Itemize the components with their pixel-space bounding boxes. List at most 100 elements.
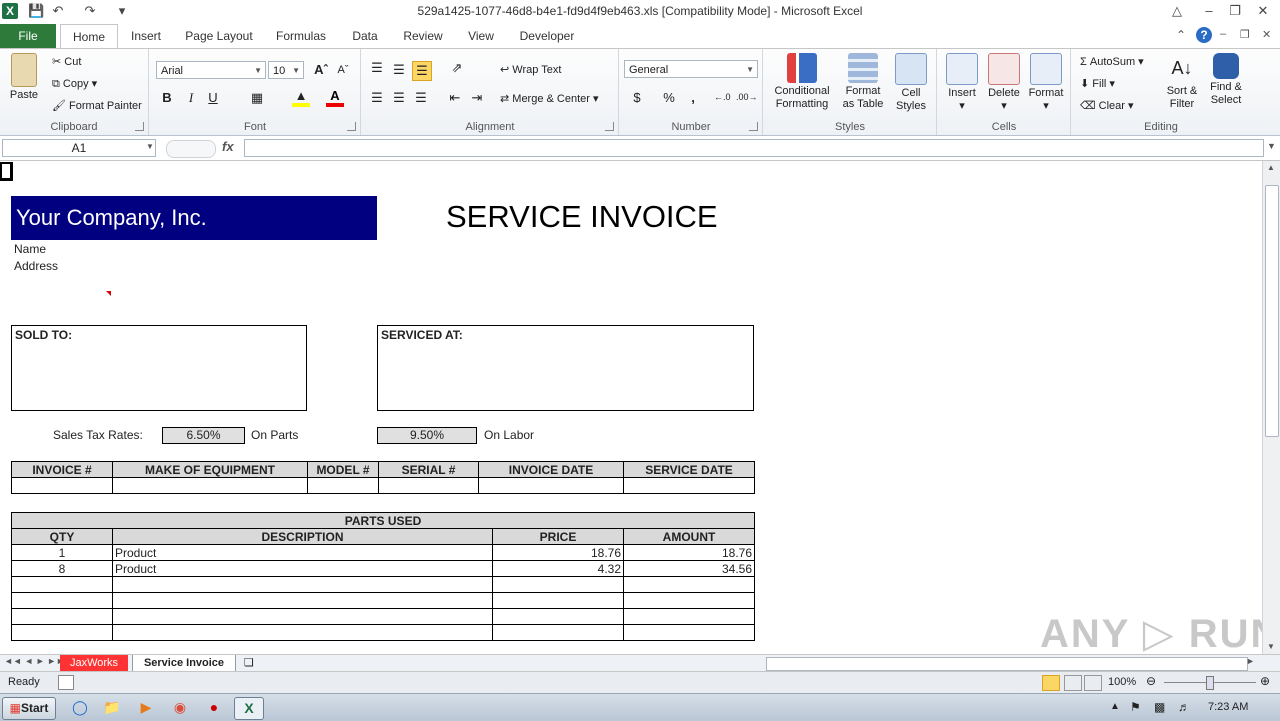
vertical-scroll-thumb[interactable] [1265,185,1279,437]
clock[interactable]: 7:23 AM [1208,701,1248,713]
zoom-level[interactable]: 100% [1108,676,1136,688]
borders-icon[interactable]: ▦ [248,89,266,107]
price-cell[interactable]: 18.76 [492,544,624,561]
service-date-cell[interactable] [623,477,755,494]
copy-button[interactable]: ⧉ Copy ▾ [52,77,97,91]
zoom-in-icon[interactable]: ⊕ [1260,674,1270,688]
zoom-out-icon[interactable]: ⊖ [1146,674,1156,688]
invoice-title[interactable]: SERVICE INVOICE [446,199,718,235]
comment-indicator[interactable] [106,291,111,296]
tab-insert[interactable]: Insert [124,24,168,48]
price-cell[interactable] [492,608,624,625]
amount-cell[interactable] [622,624,756,641]
invoice-number-header[interactable]: INVOICE # [11,461,113,478]
italic-button[interactable]: I [182,89,200,107]
invoice-date-header[interactable]: INVOICE DATE [478,461,624,478]
price-header[interactable]: PRICE [492,528,624,545]
clear-button[interactable]: ⌫ Clear ▾ [1080,99,1134,112]
price-cell[interactable] [492,592,624,609]
invoice-number-cell[interactable] [11,477,113,494]
description-header[interactable]: DESCRIPTION [112,528,493,545]
opera-icon[interactable]: ● [202,697,226,718]
number-launcher-icon[interactable] [749,122,758,131]
chrome-icon[interactable]: ◉ [168,697,192,718]
scroll-down-icon[interactable]: ▼ [1267,642,1275,651]
currency-button[interactable]: $ [628,89,646,107]
bold-button[interactable]: B [158,89,176,107]
decrease-decimal-icon[interactable]: .00→ [736,92,758,102]
start-button[interactable]: ▦Start [2,697,56,720]
sheet-tab-jaxworks[interactable]: JaxWorks [60,655,128,671]
format-painter-button[interactable]: 🖌 Format Painter [52,99,142,112]
collapse-ribbon-icon[interactable]: ⌃ [1176,28,1186,42]
autosum-button[interactable]: Σ AutoSum ▾ [1080,55,1144,68]
serviced-at-box[interactable]: SERVICED AT: [377,325,754,411]
increase-indent-icon[interactable]: ⇥ [468,89,486,107]
doc-restore-icon[interactable]: ❐ [1240,28,1250,41]
percent-button[interactable]: % [660,89,678,107]
description-cell[interactable]: Product [112,560,493,577]
name-box[interactable]: A1 [2,139,156,157]
cut-button[interactable]: ✂ Cut [52,55,81,68]
zoom-slider-thumb[interactable] [1206,676,1214,690]
normal-view-icon[interactable] [1042,675,1060,691]
on-labor-label[interactable]: On Labor [484,428,534,442]
media-player-icon[interactable]: ▶ [134,697,158,718]
grow-font-icon[interactable]: Aˆ [312,61,330,79]
close-icon[interactable]: ✕ [1252,2,1274,20]
doc-minimize-icon[interactable]: – [1220,28,1226,40]
company-address[interactable]: Address [14,259,58,273]
sold-to-box[interactable]: SOLD TO: [11,325,307,411]
show-hidden-icons[interactable]: ▲ [1110,701,1120,712]
make-cell[interactable] [112,477,308,494]
qty-cell[interactable]: 1 [11,544,113,561]
qty-cell[interactable]: 8 [11,560,113,577]
align-left-icon[interactable]: ☰ [368,89,386,107]
conditional-formatting-button[interactable]: Conditional Formatting [768,53,836,111]
format-as-table-button[interactable]: Format as Table [838,53,888,111]
tab-review[interactable]: Review [398,24,448,48]
tax-rates-label[interactable]: Sales Tax Rates: [53,428,143,442]
vertical-scrollbar[interactable]: ▲ ▼ [1262,161,1280,654]
selected-cell-a1[interactable] [0,162,13,181]
service-date-header[interactable]: SERVICE DATE [623,461,755,478]
formula-input[interactable] [244,139,1264,157]
align-middle-icon[interactable]: ☰ [390,61,408,79]
align-right-icon[interactable]: ☰ [412,89,430,107]
new-sheet-icon[interactable]: ❏ [244,656,254,669]
font-color-icon[interactable]: A [326,89,344,107]
amount-cell[interactable]: 18.76 [622,544,756,561]
number-format-select[interactable]: General ▼ [624,60,758,78]
tab-data[interactable]: Data [344,24,386,48]
model-cell[interactable] [307,477,379,494]
qty-header[interactable]: QTY [11,528,113,545]
price-cell[interactable]: 4.32 [492,560,624,577]
macro-record-icon[interactable] [58,675,74,690]
wrap-text-button[interactable]: ↩ Wrap Text [500,63,561,76]
paste-button[interactable]: Paste [6,53,42,102]
help-icon[interactable]: ? [1196,27,1212,43]
excel-taskbar-icon[interactable]: X [234,697,264,720]
tab-page-layout[interactable]: Page Layout [180,24,258,48]
font-launcher-icon[interactable] [347,122,356,131]
font-name-select[interactable]: Arial ▼ [156,61,266,79]
parts-title[interactable]: PARTS USED [10,512,756,529]
tab-formulas[interactable]: Formulas [270,24,332,48]
worksheet[interactable]: Your Company, Inc. SERVICE INVOICE Name … [0,161,1262,654]
underline-button[interactable]: U [204,89,222,107]
page-layout-view-icon[interactable] [1064,675,1082,691]
company-name[interactable]: Your Company, Inc. [11,196,377,240]
invoice-date-cell[interactable] [478,477,624,494]
format-cells-button[interactable]: Format ▾ [1026,53,1066,113]
insert-cells-button[interactable]: Insert ▾ [942,53,982,113]
delete-cells-button[interactable]: Delete ▾ [984,53,1024,113]
amount-cell[interactable] [622,608,756,625]
maximize-icon[interactable]: ❐ [1224,2,1246,20]
description-cell[interactable] [112,624,493,641]
ie-icon[interactable]: ◯ [68,697,92,718]
qty-cell[interactable] [11,624,113,641]
description-cell[interactable] [112,576,493,593]
tab-file[interactable]: File [0,24,56,48]
tax-parts-value[interactable]: 6.50% [162,427,245,444]
company-contact-name[interactable]: Name [14,242,46,256]
